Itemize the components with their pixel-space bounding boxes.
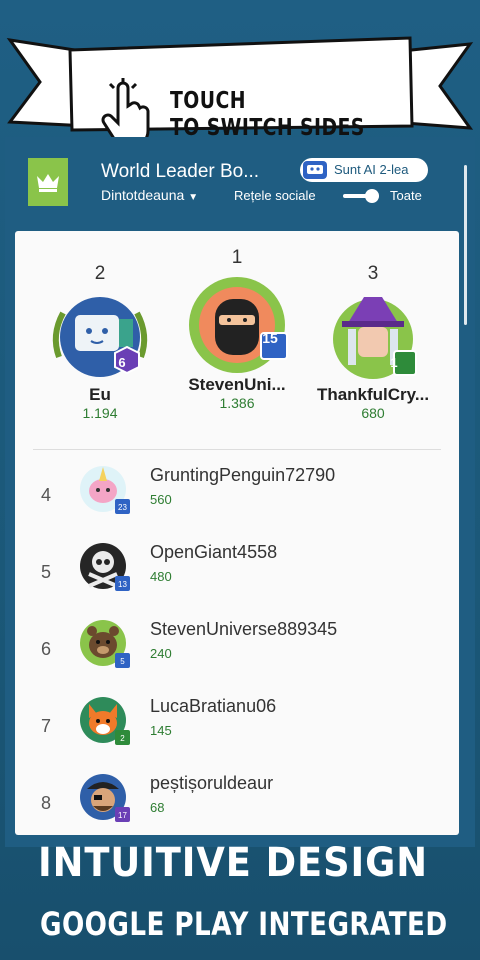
row-rank: 7 — [41, 716, 52, 736]
level-badge: 2 — [120, 734, 125, 743]
row-score: 68 — [150, 800, 165, 815]
level-badge: 23 — [118, 503, 127, 512]
banner-line-1: TOUCH — [170, 88, 246, 114]
ai-rank-badge[interactable]: Sunt AI 2-lea — [300, 158, 428, 182]
leaderboard-card: 2 6 Eu 1.194 1 15 StevenUni... 1.386 3 1… — [15, 231, 459, 835]
crown-icon — [28, 158, 68, 206]
social-label: Rețele sociale — [234, 188, 316, 203]
banner-text: TOUCH TO SWITCH SIDES — [170, 88, 365, 142]
pirate-avatar-icon: 17 — [80, 774, 130, 822]
row-name: OpenGiant4558 — [150, 542, 278, 562]
row-score: 480 — [150, 569, 172, 584]
table-row[interactable]: 8 17 peștișoruldeaur 68 — [15, 773, 459, 835]
bear-avatar-icon: 5 — [80, 620, 130, 668]
table-row[interactable]: 4 23 GruntingPenguin72790 560 — [15, 465, 459, 542]
level-badge: 17 — [118, 811, 127, 820]
row-name: StevenUniverse889345 — [150, 619, 338, 639]
player-avatar-robot — [52, 297, 148, 377]
touch-banner[interactable]: TOUCH TO SWITCH SIDES — [0, 30, 480, 147]
unicorn-avatar-icon: 23 — [80, 466, 130, 514]
row-rank: 5 — [41, 562, 52, 582]
level-badge: 5 — [120, 657, 125, 666]
level-badge: 13 — [118, 580, 127, 589]
table-row[interactable]: 7 2 LucaBratianu06 145 — [15, 696, 459, 773]
player-name: ThankfulCry... — [316, 385, 430, 404]
player-name: Eu — [89, 385, 111, 404]
robot-icon — [303, 161, 327, 179]
row-name: peștișoruldeaur — [150, 773, 274, 793]
leaderboard-title: World Leader Bo... — [101, 161, 260, 182]
level-badge: 15 — [262, 330, 278, 346]
row-score: 560 — [150, 492, 172, 507]
player-score: 680 — [361, 405, 385, 421]
all-label: Toate — [390, 188, 422, 203]
podium-first[interactable]: 1 15 StevenUni... 1.386 — [167, 247, 307, 411]
row-rank: 6 — [41, 639, 52, 659]
row-score: 240 — [150, 646, 172, 661]
table-row[interactable]: 6 5 StevenUniverse889345 240 — [15, 619, 459, 696]
level-badge: 1 — [390, 355, 398, 370]
row-name: GruntingPenguin72790 — [150, 465, 336, 485]
podium-third[interactable]: 3 1 ThankfulCry... 680 — [303, 263, 443, 421]
time-filter-dropdown[interactable]: Dintotdeauna ▼ — [101, 187, 198, 203]
row-rank: 8 — [41, 793, 52, 813]
promo-subheadline: GOOGLE PLAY INTEGRATED — [40, 905, 448, 943]
ai-badge-label: Sunt AI 2-lea — [334, 162, 409, 177]
podium-rank: 2 — [94, 263, 106, 284]
player-avatar-ninja — [189, 277, 288, 373]
row-name: LucaBratianu06 — [150, 696, 277, 716]
promo-headline: INTUITIVE DESIGN — [38, 840, 429, 886]
chevron-down-icon: ▼ — [188, 192, 199, 203]
player-score: 1.386 — [219, 395, 255, 411]
table-row[interactable]: 5 13 OpenGiant4558 480 — [15, 542, 459, 619]
podium-rank: 1 — [231, 247, 243, 268]
divider — [33, 449, 441, 450]
podium-second[interactable]: 2 6 Eu 1.194 — [30, 263, 170, 421]
leaderboard-header: World Leader Bo... Sunt AI 2-lea Dintotd… — [28, 158, 468, 210]
fox-avatar-icon: 2 — [80, 697, 130, 745]
skull-avatar-icon: 13 — [80, 543, 130, 591]
podium-rank: 3 — [367, 263, 379, 284]
time-filter-label: Dintotdeauna — [101, 187, 185, 203]
social-toggle[interactable] — [343, 189, 381, 203]
row-score: 145 — [150, 723, 172, 738]
player-avatar-wizard — [333, 297, 417, 379]
player-score: 1.194 — [82, 405, 118, 421]
row-rank: 4 — [41, 485, 52, 505]
scrollbar[interactable] — [464, 165, 467, 325]
player-name: StevenUni... — [188, 375, 286, 394]
level-badge: 6 — [118, 355, 126, 370]
